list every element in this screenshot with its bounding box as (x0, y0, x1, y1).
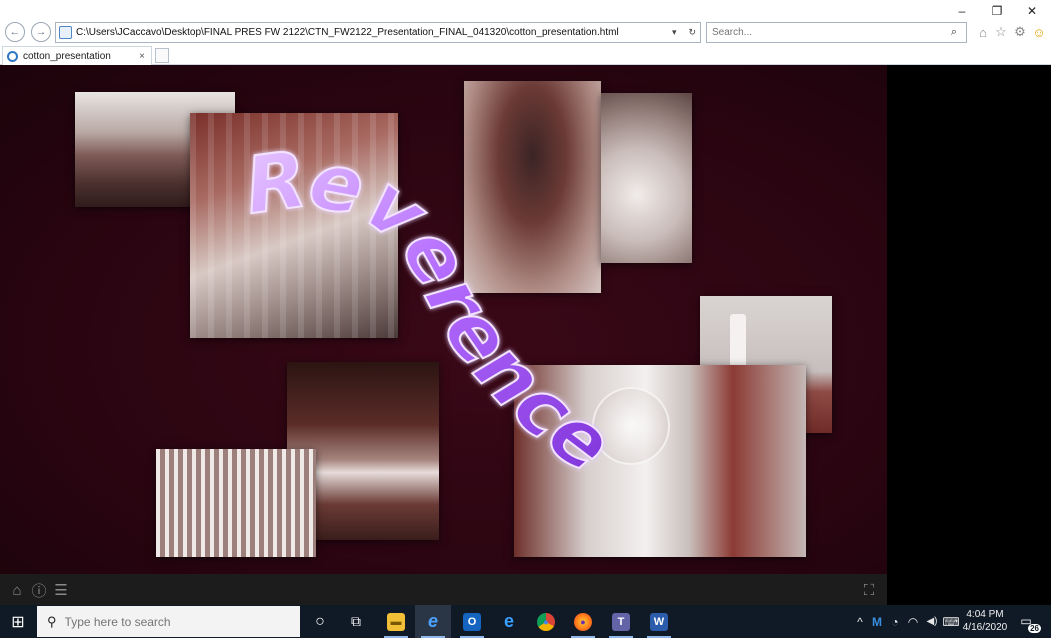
windows-taskbar: ⊞ ⚲ ○ ⧉ ▬ e O e ● ● T W ^ M ◔ ◠ (0, 605, 1051, 638)
page-icon (59, 26, 72, 39)
browser-navbar: ← → C:\Users\JCaccavo\Desktop\FINAL PRES… (0, 20, 1051, 46)
restore-button[interactable]: ❐ (982, 2, 1012, 20)
taskbar-app-chrome[interactable]: ● (528, 605, 564, 638)
word-icon: W (650, 612, 668, 631)
file-explorer-icon: ▬ (387, 612, 405, 631)
fullscreen-icon[interactable]: ⛶ (860, 581, 878, 599)
tab-close-icon[interactable]: × (137, 51, 147, 62)
search-icon: ⚲ (47, 613, 57, 629)
malwarebytes-icon[interactable]: M (868, 615, 886, 629)
tab-bar: cotton_presentation × (0, 46, 1051, 65)
photo-hand-on-plate (601, 93, 692, 263)
photo-interior-windows (190, 113, 398, 338)
wifi-icon[interactable]: ◠ (904, 615, 922, 629)
chrome-icon: ● (537, 612, 555, 631)
minimize-button[interactable]: – (947, 2, 977, 20)
photo-veiled-figure (464, 81, 601, 293)
taskbar-clock[interactable]: 4:04 PM 4/16/2020 (958, 608, 1012, 634)
network-icon[interactable]: ◔ (886, 615, 904, 629)
refresh-icon[interactable]: ↻ (688, 27, 696, 38)
taskbar-app-internet-explorer[interactable]: e (415, 605, 451, 638)
action-center-button[interactable]: ▭ 26 (1017, 613, 1041, 633)
taskbar-app-edge[interactable]: e (491, 605, 527, 638)
taskbar-search[interactable]: ⚲ (37, 606, 300, 637)
taskbar-search-input[interactable] (64, 614, 285, 629)
task-view-icon: ⧉ (351, 613, 361, 629)
window-titlebar: – ❐ ✕ (0, 0, 1051, 20)
firefox-icon: ● (574, 612, 592, 631)
back-button[interactable]: ← (5, 22, 25, 42)
windows-logo-icon: ⊞ (11, 613, 25, 631)
back-arrow-icon: ← (9, 26, 21, 38)
teams-icon: T (612, 612, 630, 631)
forward-button[interactable]: → (31, 22, 51, 42)
photo-shelving-rows (156, 449, 316, 557)
ie-tab-icon (7, 50, 18, 62)
search-input[interactable] (712, 27, 942, 38)
address-url[interactable]: C:\Users\JCaccavo\Desktop\FINAL PRES FW … (76, 27, 672, 38)
new-tab-button[interactable] (155, 48, 169, 63)
page-content: Reverence ⌂ ⓘ ☰ ⛶ (0, 65, 1051, 605)
internet-explorer-icon: e (427, 611, 438, 631)
cortana-button[interactable]: ○ (302, 605, 338, 638)
forward-arrow-icon: → (35, 26, 47, 38)
show-hidden-icons-chevron-icon[interactable]: ^ (852, 615, 868, 629)
taskbar-app-file-explorer[interactable]: ▬ (378, 605, 414, 638)
viewer-toolbar: ⌂ ⓘ ☰ ⛶ (0, 574, 887, 605)
feedback-smiley-icon[interactable]: ☺ (1031, 24, 1047, 40)
edge-icon: e (503, 611, 514, 631)
volume-icon[interactable]: ◀) (922, 616, 942, 627)
clock-date: 4/16/2020 (962, 622, 1008, 633)
favorites-star-icon[interactable]: ☆ (993, 24, 1009, 40)
taskbar-app-firefox[interactable]: ● (565, 605, 601, 638)
tab-title: cotton_presentation (23, 50, 111, 62)
start-button[interactable]: ⊞ (0, 605, 36, 638)
taskbar-app-outlook[interactable]: O (454, 605, 490, 638)
presentation-slide: Reverence (0, 65, 887, 574)
home-icon[interactable]: ⌂ (8, 581, 26, 599)
address-dropdown-icon[interactable]: ▾ (672, 27, 677, 38)
notification-count-badge: 26 (1028, 624, 1041, 633)
task-view-button[interactable]: ⧉ (338, 605, 374, 638)
photo-exhibition-room (514, 365, 806, 557)
address-bar[interactable]: C:\Users\JCaccavo\Desktop\FINAL PRES FW … (55, 22, 701, 43)
outlook-icon: O (463, 612, 481, 631)
menu-icon[interactable]: ☰ (52, 581, 70, 599)
system-tray: ^ M ◔ ◠ ◀) ⌨ (852, 605, 960, 638)
home-icon[interactable]: ⌂ (975, 24, 991, 40)
taskbar-app-teams[interactable]: T (603, 605, 639, 638)
info-icon[interactable]: ⓘ (30, 581, 48, 600)
search-box[interactable]: ⌕ (706, 22, 967, 43)
search-icon[interactable]: ⌕ (942, 26, 966, 39)
taskbar-app-word[interactable]: W (641, 605, 677, 638)
clock-time: 4:04 PM (966, 609, 1004, 620)
close-window-button[interactable]: ✕ (1017, 2, 1047, 20)
settings-gear-icon[interactable]: ⚙ (1012, 24, 1028, 40)
cortana-icon: ○ (315, 612, 325, 630)
tab-cotton-presentation[interactable]: cotton_presentation × (2, 46, 152, 65)
